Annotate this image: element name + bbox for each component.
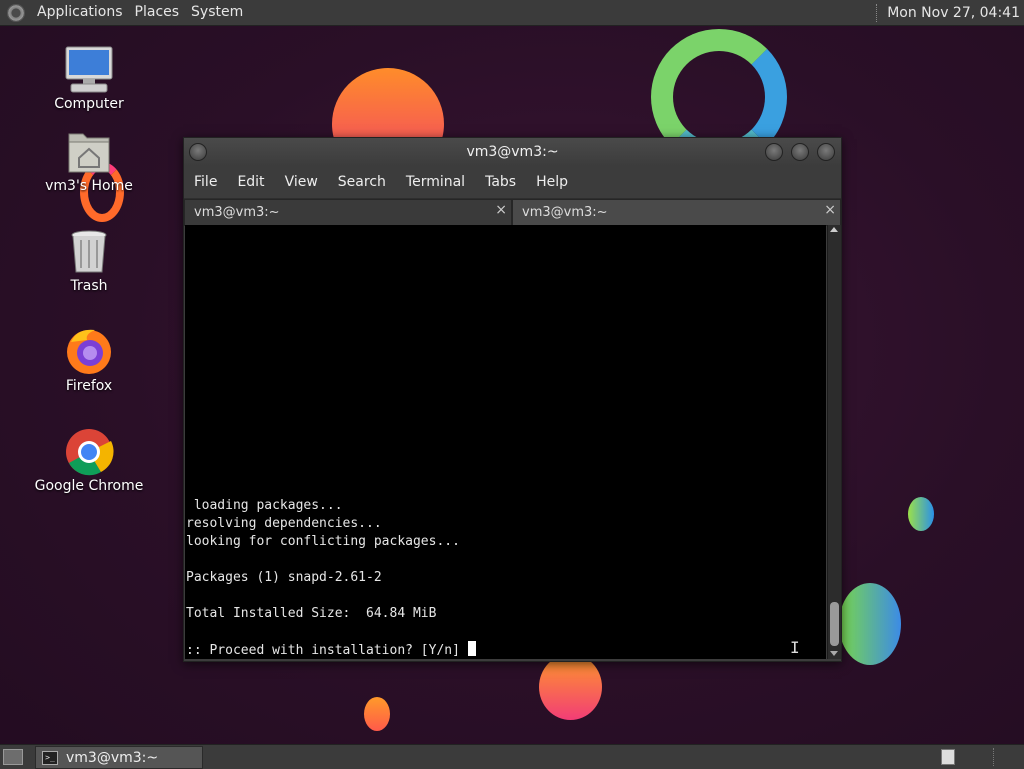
menu-tabs[interactable]: Tabs [475, 174, 526, 190]
panel-separator [993, 748, 994, 766]
panel-separator [876, 3, 879, 22]
tab-1[interactable]: vm3@vm3:~ × [184, 199, 512, 226]
clock[interactable]: Mon Nov 27, 04:41 [887, 5, 1024, 21]
minimize-button[interactable] [765, 143, 783, 161]
desktop-icon-label: Firefox [65, 378, 113, 394]
window-menubar: File Edit View Search Terminal Tabs Help [184, 166, 841, 198]
desktop-icon-label: Computer [54, 96, 124, 112]
mouse-ibeam-icon: I [790, 638, 800, 657]
desktop-icon-home[interactable]: vm3's Home [29, 128, 149, 194]
tab-2[interactable]: vm3@vm3:~ × [512, 199, 841, 226]
maximize-button[interactable] [791, 143, 809, 161]
scroll-up-arrow-icon[interactable] [830, 227, 838, 232]
close-button[interactable] [817, 143, 835, 161]
desktop-icon-trash[interactable]: Trash [29, 228, 149, 294]
menu-help[interactable]: Help [526, 174, 578, 190]
taskbar-terminal-button[interactable]: >_ vm3@vm3:~ [35, 746, 203, 769]
menu-view[interactable]: View [275, 174, 328, 190]
firefox-icon [63, 328, 115, 376]
tab-label: vm3@vm3:~ [194, 205, 280, 220]
menu-file[interactable]: File [184, 174, 227, 190]
terminal-line: Packages (1) snapd-2.61-2 [186, 570, 382, 585]
show-desktop-icon[interactable] [3, 749, 23, 765]
workspace-switcher[interactable] [941, 749, 955, 765]
terminal-prompt-text: :: Proceed with installation? [Y/n] [186, 643, 468, 658]
menu-search[interactable]: Search [328, 174, 396, 190]
desktop-icon-label: Trash [70, 278, 108, 294]
desktop-icon-label: vm3's Home [45, 178, 133, 194]
desktop-icon-firefox[interactable]: Firefox [29, 328, 149, 394]
text-cursor [467, 641, 476, 656]
tab-label: vm3@vm3:~ [522, 205, 608, 220]
scrollbar-thumb[interactable] [830, 602, 839, 646]
terminal-window[interactable]: vm3@vm3:~ File Edit View Search Terminal… [183, 137, 842, 662]
taskbar-label: vm3@vm3:~ [66, 749, 159, 766]
computer-icon [63, 46, 115, 94]
trash-icon [63, 228, 115, 276]
terminal-line: looking for conflicting packages... [186, 534, 460, 549]
top-panel: Applications Places System Mon Nov 27, 0… [0, 0, 1024, 26]
terminal-line: loading packages... [186, 498, 343, 513]
distro-logo-icon[interactable] [7, 3, 25, 22]
terminal-prompt-line: :: Proceed with installation? [Y/n] [186, 641, 476, 659]
clock-area: Mon Nov 27, 04:41 [876, 0, 1024, 25]
menu-edit[interactable]: Edit [227, 174, 274, 190]
wallpaper-orange-pink-oval [539, 654, 602, 720]
window-titlebar[interactable]: vm3@vm3:~ [184, 138, 841, 166]
terminal-output[interactable]: loading packages... resolving dependenci… [185, 225, 826, 659]
terminal-line: Total Installed Size: 64.84 MiB [186, 606, 437, 621]
wallpaper-orange-dot [364, 697, 390, 731]
menu-applications[interactable]: Applications [31, 0, 129, 25]
home-folder-icon [63, 128, 115, 176]
menu-places[interactable]: Places [129, 0, 186, 25]
tab-close-icon[interactable]: × [495, 202, 507, 218]
scroll-down-arrow-icon[interactable] [830, 651, 838, 656]
desktop-icon-computer[interactable]: Computer [29, 46, 149, 112]
window-title: vm3@vm3:~ [466, 144, 559, 160]
tab-close-icon[interactable]: × [824, 202, 836, 218]
terminal-line: resolving dependencies... [186, 516, 382, 531]
desktop-icon-chrome[interactable]: Google Chrome [29, 428, 149, 494]
terminal-icon: >_ [42, 750, 58, 765]
terminal-scrollbar[interactable] [827, 225, 841, 659]
menu-terminal[interactable]: Terminal [396, 174, 475, 190]
tab-bar: vm3@vm3:~ × vm3@vm3:~ × [184, 198, 841, 226]
desktop-icon-label: Google Chrome [34, 478, 144, 494]
wallpaper-green-blue-oval [839, 583, 901, 665]
bottom-panel: >_ vm3@vm3:~ [0, 744, 1024, 769]
chrome-icon [63, 428, 115, 476]
wallpaper-green-blue-dot [908, 497, 934, 531]
menu-system[interactable]: System [185, 0, 249, 25]
